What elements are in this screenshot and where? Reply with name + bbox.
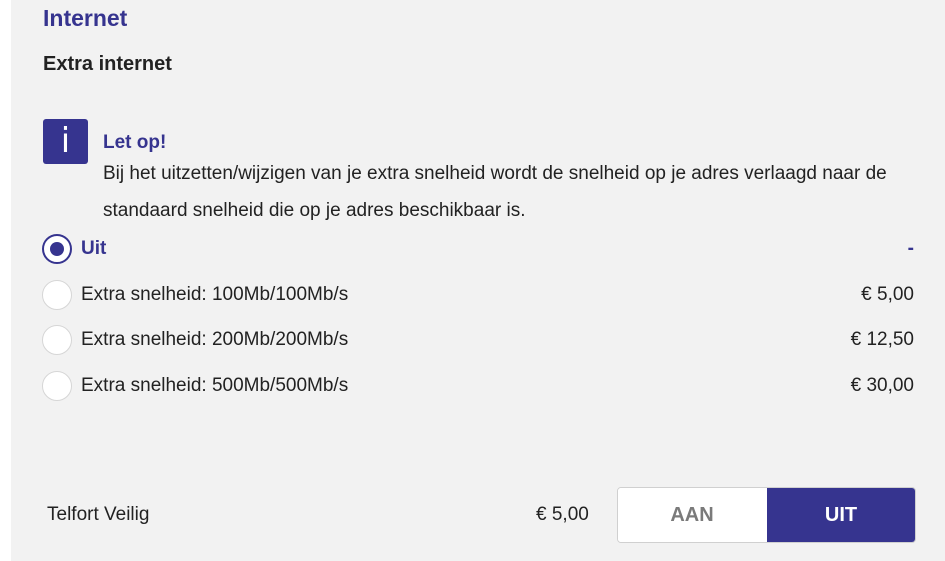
telfort-veilig-price: € 5,00 xyxy=(536,504,589,525)
telfort-veilig-toggle[interactable]: AAN UIT xyxy=(617,487,916,543)
radio-button[interactable] xyxy=(42,371,72,401)
option-label[interactable]: Extra snelheid: 500Mb/500Mb/s xyxy=(81,375,348,397)
option-label[interactable]: Uit xyxy=(81,238,106,260)
telfort-veilig-label: Telfort Veilig xyxy=(47,504,150,525)
radio-button[interactable] xyxy=(42,325,72,355)
subsection-title: Extra internet xyxy=(43,53,172,75)
option-uit[interactable]: Uit - xyxy=(42,234,914,266)
option-100mb[interactable]: Extra snelheid: 100Mb/100Mb/s € 5,00 xyxy=(42,280,914,312)
radio-button-selected[interactable] xyxy=(42,234,72,264)
radio-dot xyxy=(50,242,64,256)
toggle-uit-button[interactable]: UIT xyxy=(767,488,915,542)
notice-title: Let op! xyxy=(103,132,167,153)
info-icon: i xyxy=(43,119,88,164)
option-price: - xyxy=(907,238,914,259)
option-200mb[interactable]: Extra snelheid: 200Mb/200Mb/s € 12,50 xyxy=(42,325,914,357)
option-price: € 30,00 xyxy=(850,375,914,396)
toggle-aan-button[interactable]: AAN xyxy=(618,488,766,542)
option-label[interactable]: Extra snelheid: 200Mb/200Mb/s xyxy=(81,329,348,351)
section-title: Internet xyxy=(43,5,128,31)
notice-body: Bij het uitzetten/wijzigen van je extra … xyxy=(103,163,887,221)
internet-panel: Internet Extra internet i Let op! Bij he… xyxy=(11,0,945,561)
option-price: € 5,00 xyxy=(861,284,914,305)
radio-button[interactable] xyxy=(42,280,72,310)
option-label[interactable]: Extra snelheid: 100Mb/100Mb/s xyxy=(81,284,348,306)
option-price: € 12,50 xyxy=(850,329,914,350)
option-500mb[interactable]: Extra snelheid: 500Mb/500Mb/s € 30,00 xyxy=(42,371,914,403)
